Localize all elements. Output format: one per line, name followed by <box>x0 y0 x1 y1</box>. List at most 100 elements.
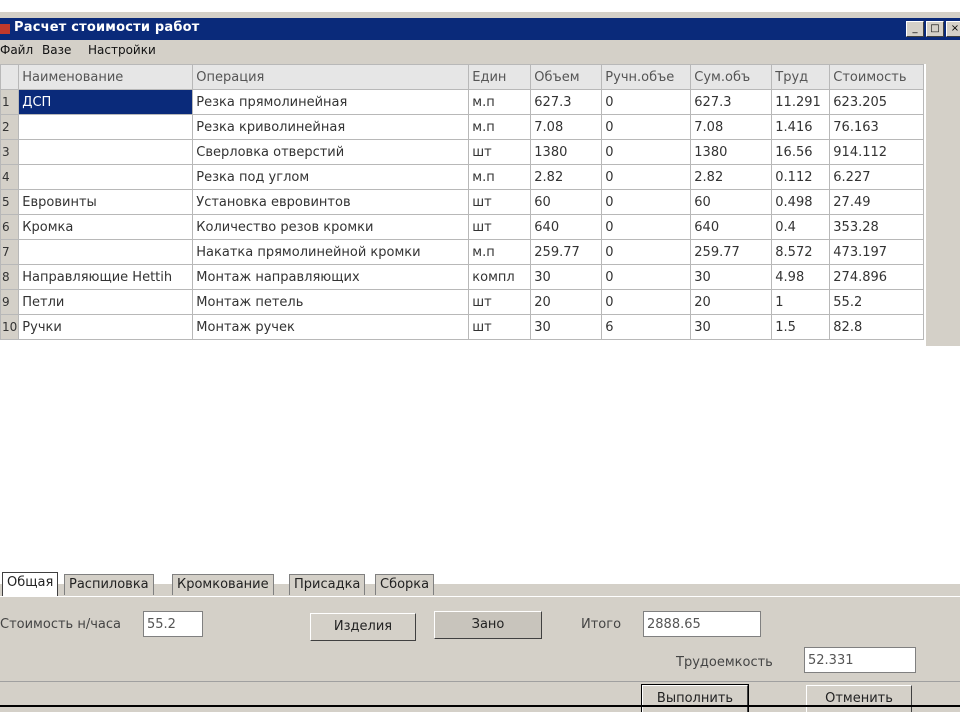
cell-unit[interactable]: м.п <box>468 114 532 140</box>
tab-general[interactable]: Общая <box>2 572 59 596</box>
cell-unit[interactable]: м.п <box>468 239 532 265</box>
row-indicator[interactable]: 10 <box>0 314 20 340</box>
cell-labor[interactable]: 4.98 <box>771 264 831 290</box>
cell-labor[interactable]: 8.572 <box>771 239 831 265</box>
cell-operation[interactable]: Накатка прямолинейной кромки <box>192 239 470 265</box>
row-indicator[interactable]: 4 <box>0 164 20 190</box>
cell-operation[interactable]: Количество резов кромки <box>192 214 470 240</box>
cell-volume[interactable]: 7.08 <box>530 114 603 140</box>
operations-grid[interactable]: Наименование Операция Един Объем Ручн.об… <box>0 64 926 346</box>
cell-sum-volume[interactable]: 30 <box>690 314 773 340</box>
total-field[interactable]: 2888.65 <box>643 611 761 637</box>
row-indicator[interactable]: 5 <box>0 189 20 215</box>
cell-unit[interactable]: шт <box>468 189 532 215</box>
cell-operation[interactable]: Монтаж ручек <box>192 314 470 340</box>
cell-volume[interactable]: 259.77 <box>530 239 603 265</box>
row-indicator[interactable]: 3 <box>0 139 20 165</box>
table-row[interactable]: 3 Сверловка отверстий шт 1380 0 1380 16.56 914.… <box>0 139 925 165</box>
cell-labor[interactable]: 16.56 <box>771 139 831 165</box>
cell-unit[interactable]: шт <box>468 139 532 165</box>
cell-unit[interactable]: шт <box>468 289 532 315</box>
cell-unit[interactable]: м.п <box>468 164 532 190</box>
tab-drilling[interactable]: Присадка <box>289 574 366 595</box>
cell-unit[interactable]: шт <box>468 314 532 340</box>
cell-cost[interactable]: 82.8 <box>829 314 925 340</box>
row-indicator[interactable]: 6 <box>0 214 20 240</box>
tab-edging[interactable]: Кромкование <box>172 574 274 595</box>
cell-name[interactable]: Направляющие Hettih <box>18 264 194 290</box>
cell-name[interactable] <box>18 239 194 265</box>
cell-sum-volume[interactable]: 60 <box>690 189 773 215</box>
cell-unit[interactable]: компл <box>468 264 532 290</box>
cell-volume[interactable]: 30 <box>530 314 603 340</box>
cell-manual-volume[interactable]: 0 <box>601 89 692 115</box>
cell-sum-volume[interactable]: 1380 <box>690 139 773 165</box>
cell-unit[interactable]: м.п <box>468 89 532 115</box>
col-header-unit[interactable]: Един <box>468 64 532 90</box>
minimize-icon[interactable]: _ <box>906 21 924 37</box>
menu-settings[interactable]: Настройки <box>88 43 156 57</box>
zero-button[interactable]: Зано <box>434 611 542 639</box>
cell-operation[interactable]: Резка прямолинейная <box>192 89 470 115</box>
cell-manual-volume[interactable]: 0 <box>601 289 692 315</box>
cell-operation[interactable]: Сверловка отверстий <box>192 139 470 165</box>
cell-cost[interactable]: 6.227 <box>829 164 925 190</box>
cell-name[interactable]: Ручки <box>18 314 194 340</box>
cell-sum-volume[interactable]: 20 <box>690 289 773 315</box>
cell-labor[interactable]: 1.416 <box>771 114 831 140</box>
col-header-labor[interactable]: Труд <box>771 64 831 90</box>
cell-manual-volume[interactable]: 0 <box>601 139 692 165</box>
row-indicator[interactable]: 2 <box>0 114 20 140</box>
row-indicator[interactable]: 1 <box>0 89 20 115</box>
cell-sum-volume[interactable]: 640 <box>690 214 773 240</box>
cell-volume[interactable]: 627.3 <box>530 89 603 115</box>
col-header-sum-volume[interactable]: Сум.объ <box>690 64 773 90</box>
menu-file[interactable]: Файл <box>0 43 33 57</box>
cell-volume[interactable]: 1380 <box>530 139 603 165</box>
cell-name[interactable] <box>18 114 194 140</box>
cell-operation[interactable]: Установка евровинтов <box>192 189 470 215</box>
cancel-button[interactable]: Отменить <box>806 685 912 712</box>
cell-sum-volume[interactable]: 30 <box>690 264 773 290</box>
cell-name[interactable]: Петли <box>18 289 194 315</box>
cell-name[interactable]: ДСП <box>18 89 194 115</box>
labor-field[interactable]: 52.331 <box>804 647 916 673</box>
cell-sum-volume[interactable]: 259.77 <box>690 239 773 265</box>
cell-sum-volume[interactable]: 627.3 <box>690 89 773 115</box>
row-indicator[interactable]: 8 <box>0 264 20 290</box>
table-row[interactable]: 7 Накатка прямолинейной кромки м.п 259.77 0 2… <box>0 239 925 265</box>
maximize-icon[interactable]: □ <box>926 21 944 37</box>
cell-name[interactable]: Евровинты <box>18 189 194 215</box>
cell-labor[interactable]: 0.498 <box>771 189 831 215</box>
cell-volume[interactable]: 20 <box>530 289 603 315</box>
cell-unit[interactable]: шт <box>468 214 532 240</box>
row-indicator[interactable]: 9 <box>0 289 20 315</box>
cell-name[interactable]: Кромка <box>18 214 194 240</box>
cell-manual-volume[interactable]: 0 <box>601 164 692 190</box>
cell-operation[interactable]: Резка под углом <box>192 164 470 190</box>
table-row[interactable]: 10 Ручки Монтаж ручек шт 30 6 30 1.5 82.8 <box>0 314 925 340</box>
cell-manual-volume[interactable]: 0 <box>601 214 692 240</box>
cell-manual-volume[interactable]: 0 <box>601 189 692 215</box>
table-row[interactable]: 5 Евровинты Установка евровинтов шт 60 0 60 0.4… <box>0 189 925 215</box>
cell-labor[interactable]: 11.291 <box>771 89 831 115</box>
col-header-volume[interactable]: Объем <box>530 64 603 90</box>
cell-cost[interactable]: 473.197 <box>829 239 925 265</box>
cell-volume[interactable]: 640 <box>530 214 603 240</box>
cell-cost[interactable]: 55.2 <box>829 289 925 315</box>
cell-volume[interactable]: 2.82 <box>530 164 603 190</box>
cell-cost[interactable]: 27.49 <box>829 189 925 215</box>
col-header-name[interactable]: Наименование <box>18 64 194 90</box>
cell-operation[interactable]: Монтаж петель <box>192 289 470 315</box>
cell-labor[interactable]: 0.112 <box>771 164 831 190</box>
cell-sum-volume[interactable]: 2.82 <box>690 164 773 190</box>
cell-volume[interactable]: 30 <box>530 264 603 290</box>
tab-assembly[interactable]: Сборка <box>375 574 435 595</box>
cell-operation[interactable]: Резка криволинейная <box>192 114 470 140</box>
table-row[interactable]: 4 Резка под углом м.п 2.82 0 2.82 0.112 6.227 <box>0 164 925 190</box>
cell-cost[interactable]: 623.205 <box>829 89 925 115</box>
table-row[interactable]: 1 ДСП Резка прямолинейная м.п 627.3 0 627.3 11.… <box>0 89 925 115</box>
col-header-cost[interactable]: Стоимость <box>829 64 925 90</box>
cell-name[interactable] <box>18 139 194 165</box>
execute-button[interactable]: Выполнить <box>641 684 749 712</box>
